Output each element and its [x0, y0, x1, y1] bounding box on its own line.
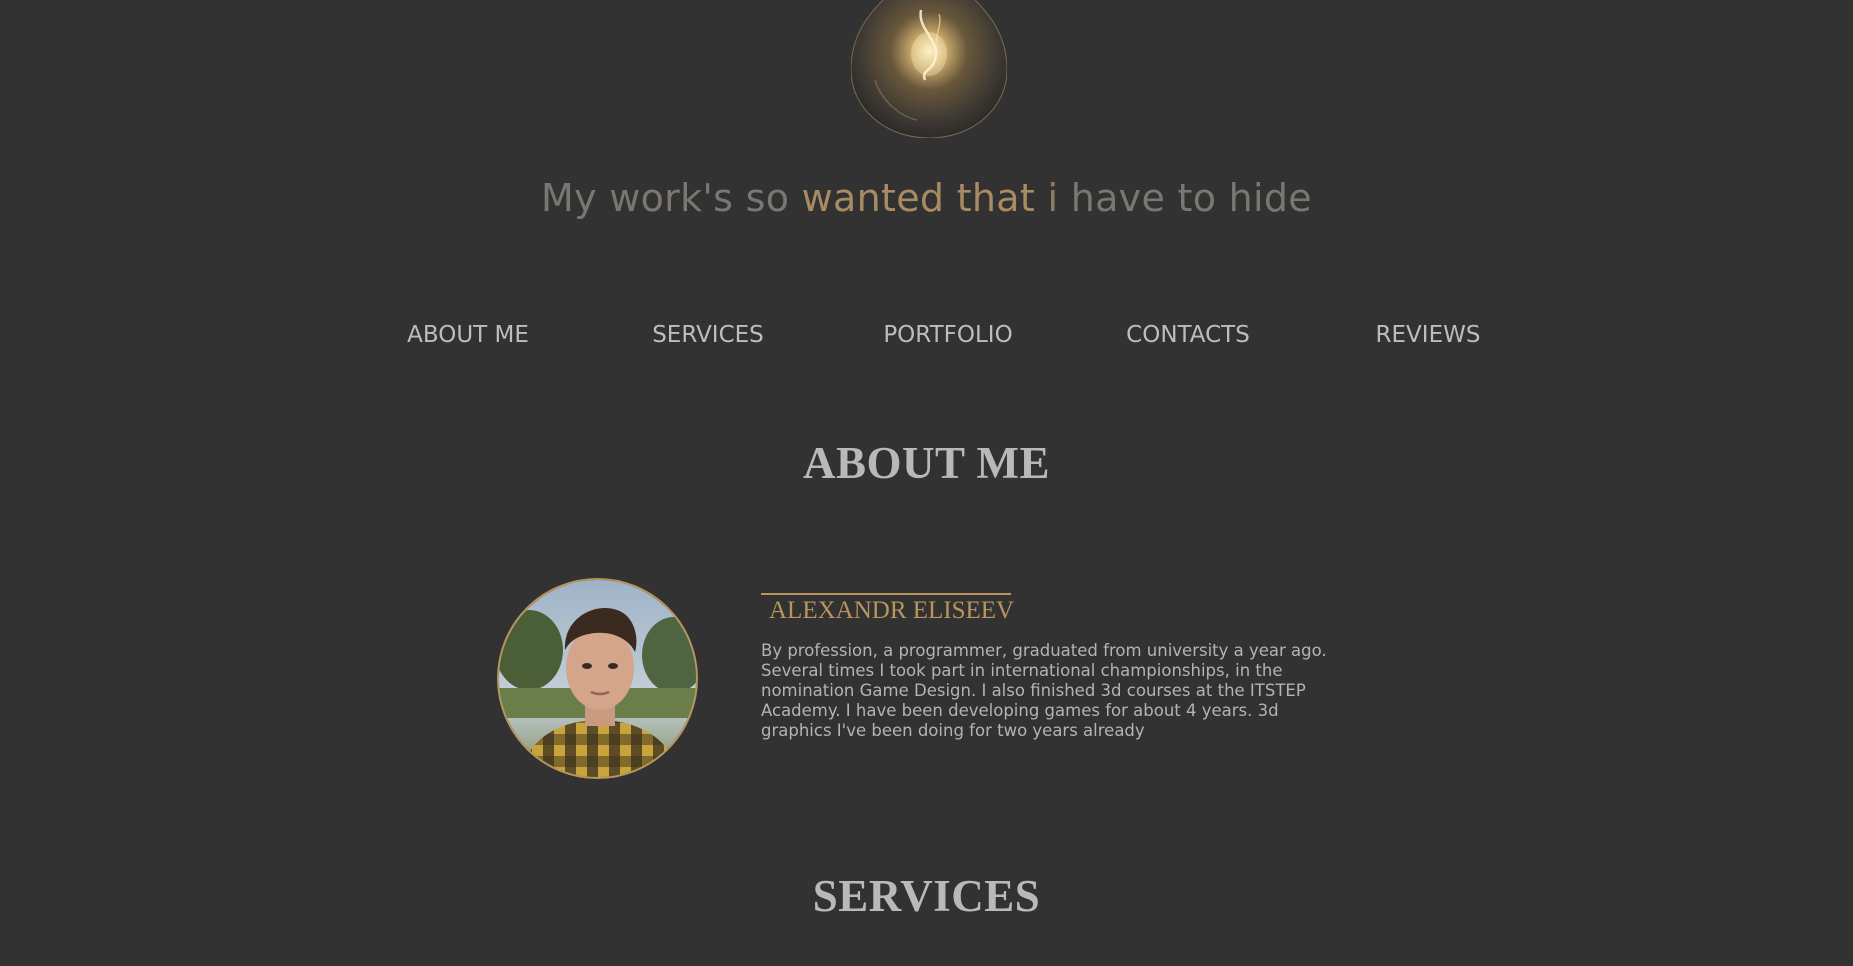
nav-item-portfolio[interactable]: PORTFOLIO	[883, 322, 1012, 348]
nav-item-services[interactable]: SERVICES	[652, 322, 764, 348]
tagline-part-2: wanted that	[801, 176, 1036, 220]
light-bulb-icon	[850, 0, 1008, 139]
name-underline	[761, 593, 1011, 595]
profile-name: ALEXANDR ELISEEV	[769, 597, 1015, 624]
main-nav: ABOUT ME SERVICES PORTFOLIO CONTACTS REV…	[0, 322, 1853, 358]
avatar	[497, 578, 698, 779]
tagline-part-1: My work's so	[541, 176, 802, 220]
services-section-title: SERVICES	[812, 871, 1041, 921]
about-section-title: ABOUT ME	[803, 438, 1050, 488]
tagline-part-4: have to hide	[1070, 176, 1312, 220]
tagline: My work's so wanted that i have to hide	[0, 176, 1853, 220]
tagline-part-3: i	[1035, 176, 1071, 220]
profile-bio: By profession, a programmer, graduated f…	[761, 641, 1327, 740]
nav-item-contacts[interactable]: CONTACTS	[1126, 322, 1250, 348]
nav-item-about-me[interactable]: ABOUT ME	[407, 322, 529, 348]
nav-item-reviews[interactable]: REVIEWS	[1376, 322, 1481, 348]
